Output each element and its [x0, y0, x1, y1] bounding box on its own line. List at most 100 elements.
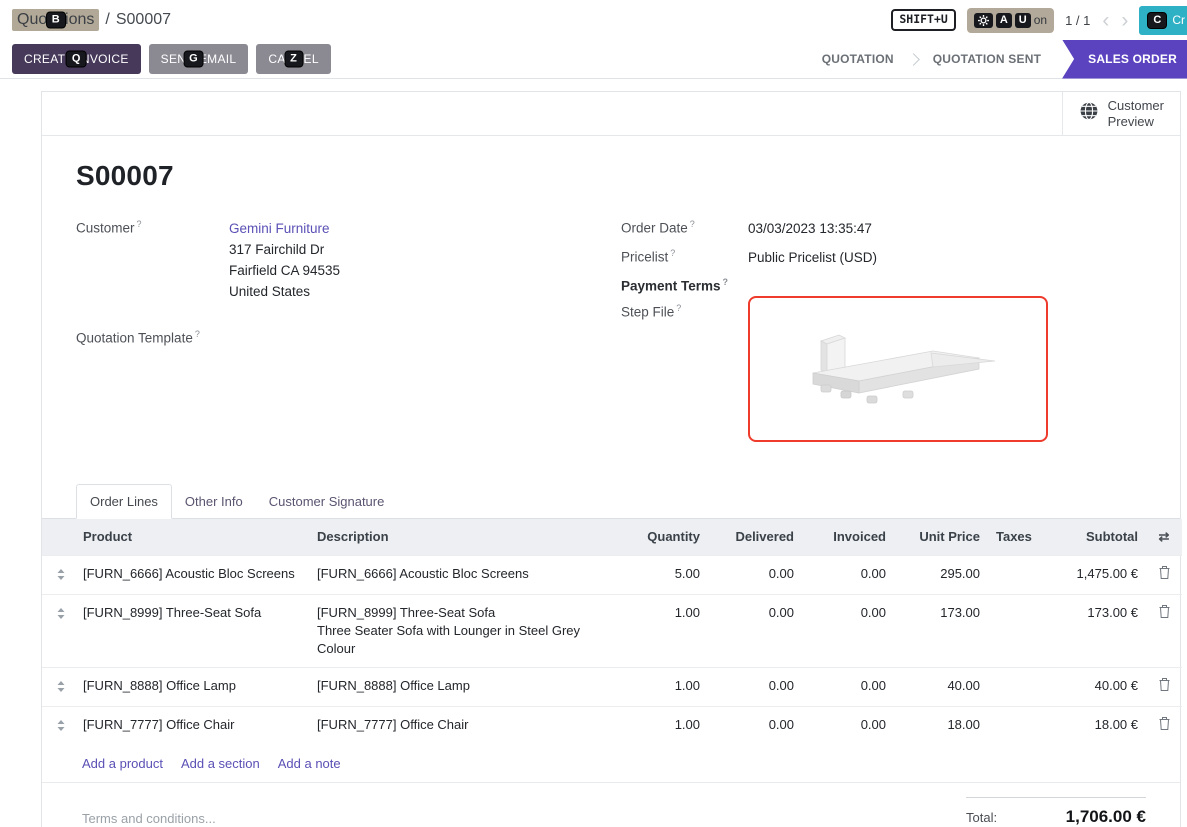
- status-step-sales-order[interactable]: SALES ORDER: [1062, 40, 1187, 79]
- col-quantity: Quantity: [620, 519, 708, 556]
- delete-line-icon[interactable]: [1159, 677, 1170, 696]
- send-email-button[interactable]: SEND EMAIL G: [149, 44, 249, 74]
- status-step-quotation[interactable]: QUOTATION: [809, 40, 907, 79]
- col-unit-price: Unit Price: [894, 519, 988, 556]
- order-line-taxes[interactable]: [988, 555, 1034, 594]
- order-line-taxes[interactable]: [988, 594, 1034, 667]
- breadcrumb-current: S00007: [116, 11, 171, 29]
- order-line-row[interactable]: [FURN_7777] Office Chair [FURN_7777] Off…: [42, 706, 1182, 745]
- col-options: ⇄: [1146, 519, 1182, 556]
- order-line-quantity[interactable]: 1.00: [620, 667, 708, 706]
- order-date-field: Order Date? 03/03/2023 13:35:47: [621, 218, 1146, 239]
- pricelist-field: Pricelist? Public Pricelist (USD): [621, 247, 1146, 268]
- customer-preview-button[interactable]: Customer Preview: [1062, 92, 1180, 135]
- screen: Quotations B / S00007 SHIFT+U A U: [0, 0, 1187, 827]
- order-line-product[interactable]: [FURN_8999] Three-Seat Sofa: [80, 594, 314, 667]
- order-line-invoiced[interactable]: 0.00: [802, 706, 894, 745]
- order-line-unit-price[interactable]: 18.00: [894, 706, 988, 745]
- drag-handle-icon[interactable]: [57, 718, 65, 736]
- order-line-quantity[interactable]: 1.00: [620, 594, 708, 667]
- order-line-row[interactable]: [FURN_8999] Three-Seat Sofa [FURN_8999] …: [42, 594, 1182, 667]
- order-line-delivered[interactable]: 0.00: [708, 667, 802, 706]
- order-line-description[interactable]: [FURN_8999] Three-Seat SofaThree Seater …: [314, 594, 620, 667]
- pager-next-icon[interactable]: ›: [1121, 10, 1128, 31]
- card-button-box: Customer Preview: [42, 92, 1180, 136]
- pager: 1 / 1 ‹ ›: [1065, 10, 1128, 31]
- delete-line-icon[interactable]: [1159, 604, 1170, 623]
- pager-count: 1 / 1: [1065, 13, 1090, 28]
- order-line-description[interactable]: [FURN_6666] Acoustic Bloc Screens: [314, 555, 620, 594]
- order-line-delivered[interactable]: 0.00: [708, 594, 802, 667]
- kbd-hint-z: Z: [285, 52, 302, 67]
- drag-handle-icon[interactable]: [57, 606, 65, 624]
- col-invoiced: Invoiced: [802, 519, 894, 556]
- payment-terms-field[interactable]: Payment Terms?: [621, 276, 1146, 294]
- drag-handle-icon[interactable]: [57, 567, 65, 585]
- tab-customer-signature[interactable]: Customer Signature: [256, 485, 398, 518]
- quotation-template-field[interactable]: Quotation Template?: [76, 328, 601, 346]
- drag-handle-icon[interactable]: [57, 679, 65, 697]
- order-line-invoiced[interactable]: 0.00: [802, 594, 894, 667]
- step-file-label: Step File?: [621, 302, 748, 442]
- order-line-unit-price[interactable]: 173.00: [894, 594, 988, 667]
- create-button[interactable]: C Cr: [1139, 6, 1187, 35]
- order-line-invoiced[interactable]: 0.00: [802, 555, 894, 594]
- order-line-taxes[interactable]: [988, 667, 1034, 706]
- total-label: Total:: [966, 810, 997, 825]
- breadcrumb-quotations[interactable]: Quotations B: [12, 9, 99, 31]
- order-line-description[interactable]: [FURN_7777] Office Chair: [314, 706, 620, 745]
- order-line-invoiced[interactable]: 0.00: [802, 667, 894, 706]
- statusbar: QUOTATION QUOTATION SENT SALES ORDER: [809, 40, 1187, 78]
- order-line-product[interactable]: [FURN_7777] Office Chair: [80, 706, 314, 745]
- order-line-unit-price[interactable]: 295.00: [894, 555, 988, 594]
- tab-order-lines[interactable]: Order Lines: [76, 484, 172, 519]
- customer-address-line: United States: [229, 281, 340, 302]
- quotation-template-label: Quotation Template?: [76, 328, 229, 346]
- tab-other-info[interactable]: Other Info: [172, 485, 256, 518]
- order-date-value[interactable]: 03/03/2023 13:35:47: [748, 218, 872, 239]
- col-handle: [42, 519, 80, 556]
- order-line-quantity[interactable]: 5.00: [620, 555, 708, 594]
- order-line-product[interactable]: [FURN_8888] Office Lamp: [80, 667, 314, 706]
- action-button[interactable]: A U on: [967, 8, 1054, 33]
- order-line-delivered[interactable]: 0.00: [708, 555, 802, 594]
- card-footer: Terms and conditions... Total: 1,706.00 …: [42, 783, 1180, 827]
- pager-prev-icon[interactable]: ‹: [1102, 10, 1109, 31]
- step-file-image[interactable]: [748, 296, 1048, 442]
- status-step-quotation-sent[interactable]: QUOTATION SENT: [920, 40, 1054, 79]
- add-product-link[interactable]: Add a product: [82, 756, 163, 771]
- terms-input[interactable]: Terms and conditions...: [82, 811, 216, 826]
- order-line-description[interactable]: [FURN_8888] Office Lamp: [314, 667, 620, 706]
- order-line-row[interactable]: [FURN_8888] Office Lamp [FURN_8888] Offi…: [42, 667, 1182, 706]
- cancel-button[interactable]: CANCEL Z: [256, 44, 330, 74]
- order-line-delivered[interactable]: 0.00: [708, 706, 802, 745]
- kbd-hint-shift-u: SHIFT+U: [891, 9, 955, 31]
- payment-terms-label: Payment Terms?: [621, 276, 748, 294]
- order-date-label: Order Date?: [621, 218, 748, 239]
- customer-link[interactable]: Gemini Furniture: [229, 221, 330, 236]
- add-section-link[interactable]: Add a section: [181, 756, 260, 771]
- order-line-product[interactable]: [FURN_6666] Acoustic Bloc Screens: [80, 555, 314, 594]
- chevron-separator-icon: [907, 53, 920, 66]
- create-invoice-button[interactable]: CREATE INVOICE Q: [12, 44, 141, 74]
- control-bar: CREATE INVOICE Q SEND EMAIL G CANCEL Z Q…: [0, 40, 1187, 79]
- globe-icon: [1079, 101, 1099, 126]
- order-lines-body: [FURN_6666] Acoustic Bloc Screens [FURN_…: [42, 555, 1182, 745]
- add-note-link[interactable]: Add a note: [278, 756, 341, 771]
- optional-columns-icon[interactable]: ⇄: [1159, 529, 1170, 544]
- customer-value: Gemini Furniture 317 Fairchild Dr Fairfi…: [229, 218, 340, 302]
- delete-line-icon[interactable]: [1159, 565, 1170, 584]
- help-icon: ?: [690, 219, 695, 229]
- order-line-taxes[interactable]: [988, 706, 1034, 745]
- delete-line-icon[interactable]: [1159, 716, 1170, 735]
- pricelist-label: Pricelist?: [621, 247, 748, 268]
- col-delivered: Delivered: [708, 519, 802, 556]
- order-line-unit-price[interactable]: 40.00: [894, 667, 988, 706]
- order-line-row[interactable]: [FURN_6666] Acoustic Bloc Screens [FURN_…: [42, 555, 1182, 594]
- order-line-quantity[interactable]: 1.00: [620, 706, 708, 745]
- right-fields: Order Date? 03/03/2023 13:35:47 Pricelis…: [621, 218, 1146, 450]
- add-links-row: Add a product Add a section Add a note: [42, 745, 1180, 783]
- field-grid: Customer? Gemini Furniture 317 Fairchild…: [76, 218, 1146, 450]
- pricelist-value[interactable]: Public Pricelist (USD): [748, 247, 877, 268]
- breadcrumb: Quotations B / S00007: [12, 9, 171, 31]
